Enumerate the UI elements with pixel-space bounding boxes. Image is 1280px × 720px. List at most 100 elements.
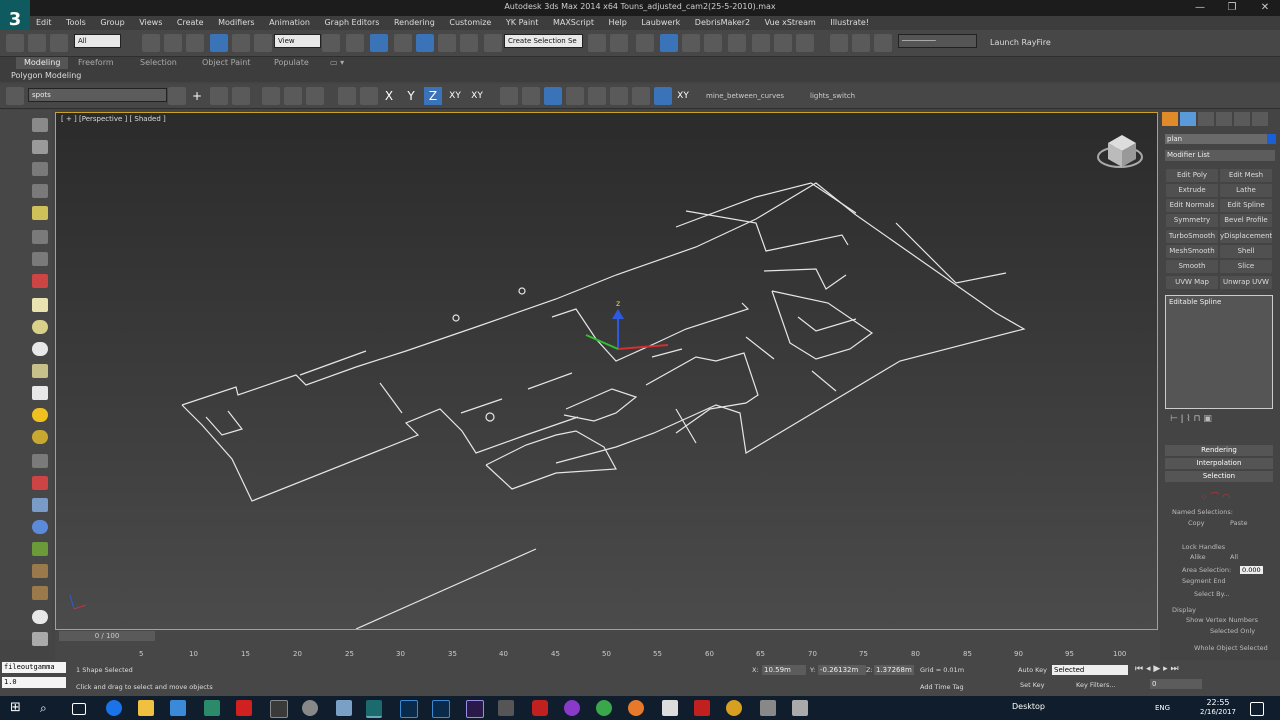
- alike-radio[interactable]: Alike: [1190, 553, 1206, 561]
- firefox-icon[interactable]: [628, 700, 644, 716]
- menu-create[interactable]: Create: [171, 16, 210, 30]
- person-icon[interactable]: [32, 564, 48, 578]
- menu-tools[interactable]: Tools: [60, 16, 92, 30]
- key-mode-dropdown[interactable]: Selected: [1052, 665, 1128, 675]
- desktop-toolbar[interactable]: Desktop: [1012, 702, 1045, 711]
- globe-icon[interactable]: [32, 520, 48, 534]
- notifications-icon[interactable]: [1250, 702, 1264, 716]
- add-to-layer-icon[interactable]: +: [188, 87, 206, 105]
- teapot-icon[interactable]: [32, 118, 48, 132]
- align-icon[interactable]: [610, 34, 628, 52]
- modify-tab-icon[interactable]: [1180, 112, 1196, 126]
- close-button[interactable]: ✕: [1245, 0, 1280, 16]
- language-indicator[interactable]: ENG: [1155, 704, 1170, 712]
- axis-constraint-icon[interactable]: [338, 87, 356, 105]
- x-coord-field[interactable]: 10.59m: [762, 665, 806, 675]
- named-selection-dropdown[interactable]: Create Selection Se: [504, 34, 583, 48]
- particles-icon[interactable]: [32, 454, 48, 468]
- menu-rendering[interactable]: Rendering: [388, 16, 441, 30]
- rendered-frame-icon[interactable]: [774, 34, 792, 52]
- box-icon[interactable]: [32, 298, 48, 312]
- media-player-icon[interactable]: [302, 700, 318, 716]
- angle-snap-icon[interactable]: [416, 34, 434, 52]
- create-tab-icon[interactable]: [1162, 112, 1178, 126]
- snap-endpoint-icon[interactable]: [544, 87, 562, 105]
- schematic-view-icon[interactable]: [704, 34, 722, 52]
- 3ds-max-taskbar-icon[interactable]: [366, 700, 382, 718]
- sketchup-icon[interactable]: [204, 700, 220, 716]
- grid-icon[interactable]: [284, 87, 302, 105]
- mod-smooth[interactable]: Smooth: [1166, 260, 1218, 273]
- line-style-dropdown[interactable]: ────────: [898, 34, 977, 48]
- mod-ydisplacement[interactable]: yDisplacementM: [1220, 230, 1272, 243]
- mod-unwrap-uvw[interactable]: Unwrap UVW: [1220, 276, 1272, 289]
- render-icon[interactable]: [796, 34, 814, 52]
- curve-editor-icon[interactable]: [682, 34, 700, 52]
- cone-icon[interactable]: [32, 386, 48, 400]
- timeline[interactable]: 0 / 100 5 10 15 20 25 30 35 40 45 50 55 …: [55, 630, 1160, 660]
- torus-icon[interactable]: [32, 364, 48, 378]
- photoshop-2-icon[interactable]: [432, 700, 450, 718]
- paste-button[interactable]: Paste: [1230, 519, 1248, 527]
- file-explorer-icon[interactable]: [138, 700, 154, 716]
- mod-turbosmooth[interactable]: TurboSmooth: [1166, 230, 1218, 243]
- rollout-rendering[interactable]: Rendering: [1165, 445, 1273, 456]
- mod-edit-mesh[interactable]: Edit Mesh: [1220, 169, 1272, 182]
- layers-icon[interactable]: [6, 87, 24, 105]
- modifier-stack[interactable]: Editable Spline: [1165, 295, 1273, 409]
- mod-edit-spline[interactable]: Edit Spline: [1220, 199, 1272, 212]
- tab-populate[interactable]: Populate: [266, 57, 317, 69]
- current-frame-field[interactable]: 0: [1150, 679, 1202, 689]
- y-coord-field[interactable]: -0.26132m: [818, 665, 866, 675]
- after-effects-icon[interactable]: [466, 700, 484, 718]
- rectangular-selection-icon[interactable]: [186, 34, 204, 52]
- object-color-swatch[interactable]: [1267, 134, 1276, 144]
- app-grey-2-icon[interactable]: [792, 700, 808, 716]
- menu-vue-xstream[interactable]: Vue xStream: [759, 16, 822, 30]
- dog-icon[interactable]: [32, 586, 48, 600]
- object-name-field[interactable]: plan: [1165, 134, 1267, 144]
- select-object-icon[interactable]: [142, 34, 160, 52]
- menu-customize[interactable]: Customize: [443, 16, 497, 30]
- area-selection-value[interactable]: 0.000: [1240, 566, 1263, 574]
- sun-icon[interactable]: [32, 408, 48, 422]
- blender-icon[interactable]: [270, 700, 288, 718]
- mod-slice[interactable]: Slice: [1220, 260, 1272, 273]
- set-key-button[interactable]: Set Key: [1020, 681, 1045, 689]
- script-button-mine-between-curves[interactable]: mine_between_curves: [706, 92, 784, 100]
- rotate-icon[interactable]: [232, 34, 250, 52]
- keyboard-shortcut-override-icon[interactable]: [370, 34, 388, 52]
- vectorworks-icon[interactable]: [336, 700, 352, 716]
- sphere-icon[interactable]: [32, 320, 48, 334]
- launch-rayfire-button[interactable]: Launch RayFire: [990, 38, 1051, 47]
- axis-xy-button[interactable]: XY: [446, 87, 464, 105]
- layer-manager-icon[interactable]: [636, 34, 654, 52]
- menu-animation[interactable]: Animation: [263, 16, 316, 30]
- pdf-reader-icon[interactable]: [532, 700, 548, 716]
- render-setup-icon[interactable]: [752, 34, 770, 52]
- ribbon-options-icon[interactable]: ▭ ▾: [322, 57, 352, 69]
- autocad-icon[interactable]: [236, 700, 252, 716]
- menu-maxscript[interactable]: MAXScript: [547, 16, 600, 30]
- rollout-selection[interactable]: Selection: [1165, 471, 1273, 482]
- select-by-name-icon[interactable]: [164, 34, 182, 52]
- mod-lathe[interactable]: Lathe: [1220, 184, 1272, 197]
- tab-modeling[interactable]: Modeling: [16, 57, 69, 69]
- tab-selection[interactable]: Selection: [132, 57, 185, 69]
- teapot-render-b-icon[interactable]: [852, 34, 870, 52]
- select-manipulate-icon[interactable]: [346, 34, 364, 52]
- task-view-icon[interactable]: [72, 703, 86, 715]
- link-icon[interactable]: [6, 34, 24, 52]
- rollout-interpolation[interactable]: Interpolation: [1165, 458, 1273, 469]
- transform-center-icon[interactable]: [360, 87, 378, 105]
- bind-space-warp-icon[interactable]: [50, 34, 68, 52]
- menu-debrismaker[interactable]: DebrisMaker2: [689, 16, 756, 30]
- motion-tab-icon[interactable]: [1216, 112, 1232, 126]
- menu-views[interactable]: Views: [133, 16, 168, 30]
- mod-edit-normals[interactable]: Edit Normals: [1166, 199, 1218, 212]
- unlink-icon[interactable]: [28, 34, 46, 52]
- edit-named-selection-icon[interactable]: [484, 34, 502, 52]
- axis-x-button[interactable]: X: [380, 87, 398, 105]
- download-icon[interactable]: [694, 700, 710, 716]
- snaps-toggle-icon[interactable]: [394, 34, 412, 52]
